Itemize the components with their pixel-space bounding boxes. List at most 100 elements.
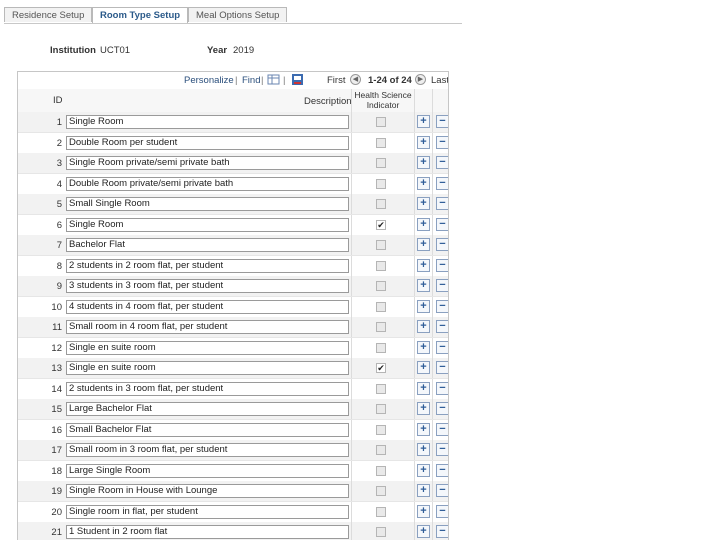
add-row-button[interactable]: + bbox=[417, 402, 430, 415]
delete-row-button[interactable]: − bbox=[436, 340, 448, 354]
tab-meal-options-setup[interactable]: Meal Options Setup bbox=[188, 7, 288, 22]
health-science-column-header[interactable]: Health Science Indicator bbox=[352, 90, 414, 110]
description-input[interactable]: 2 students in 3 room flat, per student bbox=[66, 381, 349, 396]
delete-row-button[interactable]: − bbox=[436, 484, 448, 497]
health-science-checkbox[interactable] bbox=[376, 445, 386, 455]
delete-row-button[interactable]: − bbox=[436, 320, 448, 333]
add-row-button[interactable]: + bbox=[417, 115, 430, 128]
health-science-checkbox[interactable] bbox=[376, 383, 386, 394]
add-row-button[interactable]: + bbox=[417, 340, 430, 354]
description-input[interactable]: Small Single Room bbox=[66, 197, 349, 211]
add-row-button[interactable]: + bbox=[417, 197, 430, 210]
first-link[interactable]: First bbox=[327, 75, 345, 86]
delete-row-button[interactable]: − bbox=[436, 238, 448, 251]
health-science-checkbox[interactable]: ✔ bbox=[376, 363, 386, 373]
health-science-checkbox[interactable] bbox=[376, 486, 386, 496]
grid-view-icon[interactable] bbox=[267, 73, 280, 86]
column-divider bbox=[432, 337, 433, 358]
add-row-button[interactable]: + bbox=[417, 463, 430, 477]
delete-row-button[interactable]: − bbox=[436, 258, 448, 272]
delete-row-button[interactable]: − bbox=[436, 279, 448, 292]
delete-row-button[interactable]: − bbox=[436, 443, 448, 456]
description-input[interactable]: Single Room in House with Lounge bbox=[66, 484, 349, 498]
health-science-checkbox[interactable] bbox=[376, 199, 386, 209]
description-input[interactable]: Single room in flat, per student bbox=[66, 504, 349, 519]
description-input[interactable]: Small room in 4 room flat, per student bbox=[66, 320, 349, 334]
download-icon[interactable] bbox=[291, 73, 304, 86]
health-science-checkbox[interactable] bbox=[376, 404, 386, 414]
health-science-checkbox[interactable] bbox=[376, 322, 386, 332]
tab-room-type-setup[interactable]: Room Type Setup bbox=[92, 7, 189, 23]
health-science-checkbox[interactable] bbox=[376, 260, 386, 271]
delete-row-button[interactable]: − bbox=[436, 135, 448, 149]
health-science-checkbox[interactable] bbox=[376, 137, 386, 148]
health-science-checkbox[interactable] bbox=[376, 240, 386, 250]
add-row-button[interactable]: + bbox=[417, 217, 430, 231]
delete-row-button[interactable]: − bbox=[436, 197, 448, 210]
health-science-checkbox[interactable]: ✔ bbox=[376, 219, 386, 230]
description-input[interactable]: 2 students in 2 room flat, per student bbox=[66, 258, 349, 273]
add-row-button[interactable]: + bbox=[417, 135, 430, 149]
tab-residence-setup[interactable]: Residence Setup bbox=[4, 7, 93, 22]
add-row-button[interactable]: + bbox=[417, 238, 430, 251]
delete-row-button[interactable]: − bbox=[436, 381, 448, 395]
add-row-button[interactable]: + bbox=[417, 258, 430, 272]
health-science-checkbox[interactable] bbox=[376, 301, 386, 312]
description-input[interactable]: Double Room private/semi private bath bbox=[66, 176, 349, 191]
description-input[interactable]: 4 students in 4 room flat, per student bbox=[66, 299, 349, 314]
description-input[interactable]: Double Room per student bbox=[66, 135, 349, 150]
add-row-button[interactable]: + bbox=[417, 156, 430, 169]
add-row-button[interactable]: + bbox=[417, 525, 430, 538]
health-science-checkbox[interactable] bbox=[376, 465, 386, 476]
add-row-button[interactable]: + bbox=[417, 443, 430, 456]
description-input[interactable]: Large Single Room bbox=[66, 463, 349, 478]
description-input[interactable]: Single Room private/semi private bath bbox=[66, 156, 349, 170]
health-science-checkbox[interactable] bbox=[376, 424, 386, 435]
previous-arrow-icon[interactable]: ◀ bbox=[350, 74, 361, 85]
add-row-button[interactable]: + bbox=[417, 504, 430, 518]
add-row-button[interactable]: + bbox=[417, 279, 430, 292]
last-link[interactable]: Last bbox=[431, 75, 448, 86]
delete-row-button[interactable]: − bbox=[436, 463, 448, 477]
id-column-header[interactable]: ID bbox=[53, 95, 63, 106]
description-input[interactable]: Small room in 3 room flat, per student bbox=[66, 443, 349, 457]
delete-row-button[interactable]: − bbox=[436, 422, 448, 436]
next-arrow-icon[interactable]: ▶ bbox=[415, 74, 426, 85]
add-row-button[interactable]: + bbox=[417, 422, 430, 436]
description-input[interactable]: Bachelor Flat bbox=[66, 238, 349, 252]
personalize-link[interactable]: Personalize bbox=[184, 75, 234, 86]
health-science-checkbox[interactable] bbox=[376, 117, 386, 127]
health-science-checkbox[interactable] bbox=[376, 281, 386, 291]
add-row-button[interactable]: + bbox=[417, 361, 430, 374]
health-science-checkbox[interactable] bbox=[376, 158, 386, 168]
health-science-checkbox[interactable] bbox=[376, 178, 386, 189]
add-row-button[interactable]: + bbox=[417, 484, 430, 497]
description-input[interactable]: Single Room bbox=[66, 115, 349, 129]
delete-row-button[interactable]: − bbox=[436, 156, 448, 169]
delete-row-button[interactable]: − bbox=[436, 217, 448, 231]
delete-row-button[interactable]: − bbox=[436, 299, 448, 313]
health-science-checkbox[interactable] bbox=[376, 506, 386, 517]
delete-row-button[interactable]: − bbox=[436, 361, 448, 374]
delete-row-button[interactable]: − bbox=[436, 525, 448, 538]
add-row-button[interactable]: + bbox=[417, 299, 430, 313]
delete-row-button[interactable]: − bbox=[436, 176, 448, 190]
row-id: 18 bbox=[51, 465, 62, 477]
delete-row-button[interactable]: − bbox=[436, 402, 448, 415]
description-input[interactable]: Single Room bbox=[66, 217, 349, 232]
delete-row-button[interactable]: − bbox=[436, 504, 448, 518]
description-input[interactable]: Single en suite room bbox=[66, 340, 349, 355]
description-input[interactable]: Single en suite room bbox=[66, 361, 349, 375]
description-input[interactable]: 1 Student in 2 room flat bbox=[66, 525, 349, 539]
health-science-checkbox[interactable] bbox=[376, 527, 386, 537]
add-row-button[interactable]: + bbox=[417, 320, 430, 333]
description-input[interactable]: Small Bachelor Flat bbox=[66, 422, 349, 437]
add-row-button[interactable]: + bbox=[417, 381, 430, 395]
health-science-checkbox[interactable] bbox=[376, 342, 386, 353]
description-column-header[interactable]: Description bbox=[304, 96, 352, 107]
find-link[interactable]: Find bbox=[242, 75, 260, 86]
delete-row-button[interactable]: − bbox=[436, 115, 448, 128]
description-input[interactable]: Large Bachelor Flat bbox=[66, 402, 349, 416]
description-input[interactable]: 3 students in 3 room flat, per student bbox=[66, 279, 349, 293]
add-row-button[interactable]: + bbox=[417, 176, 430, 190]
